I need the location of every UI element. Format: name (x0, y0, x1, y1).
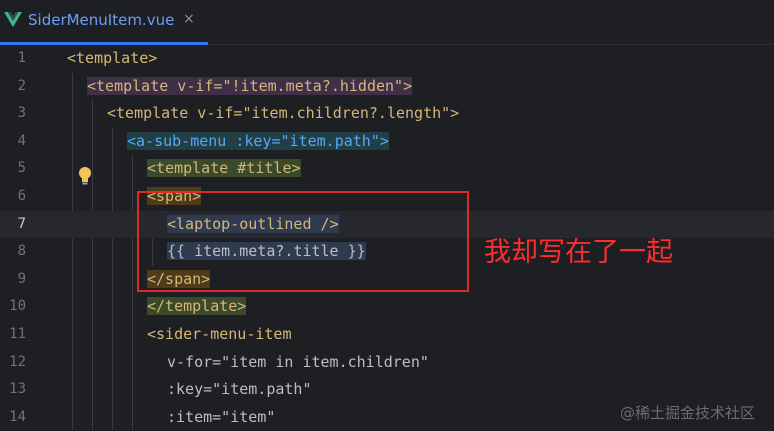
annotation-highlight-box (137, 191, 469, 292)
line-number: 1 (17, 50, 26, 66)
code-line: 11 <sider-menu-item (0, 321, 774, 349)
code-line: 10 </template> (0, 293, 774, 321)
line-number: 7 (17, 215, 26, 232)
code-line: 4 <a-sub-menu :key="item.path"> (0, 128, 774, 156)
code-text: :key="item.path" (167, 380, 312, 399)
line-number: 9 (17, 270, 26, 287)
code-text: <template> (67, 49, 158, 67)
tab-sidermenuitem-vue[interactable]: SiderMenuItem.vue × (0, 0, 208, 45)
code-line: 5 <template #title> (0, 155, 774, 183)
line-number: 10 (9, 298, 26, 315)
line-number: 8 (17, 243, 26, 260)
vue-icon (4, 12, 22, 28)
code-text: v-for="item in item.children" (167, 352, 429, 371)
code-text: <template v-if="item.children?.length"> (107, 104, 460, 123)
annotation-text: 我却写在了一起 (484, 237, 673, 268)
lightbulb-icon[interactable] (77, 166, 93, 186)
close-icon[interactable]: × (183, 11, 195, 27)
line-number: 12 (9, 353, 26, 370)
line-number: 3 (17, 105, 26, 122)
code-line: 2 <template v-if="!item.meta?.hidden"> (0, 73, 774, 101)
code-text: :item="item" (167, 407, 276, 426)
code-text: <template #title> (147, 159, 301, 178)
code-line: 12 v-for="item in item.children" (0, 349, 774, 377)
code-text: </template> (147, 297, 247, 316)
editor-tab-bar: SiderMenuItem.vue × (0, 0, 774, 45)
line-number: 14 (9, 408, 26, 425)
code-line: 1 <template> (0, 45, 774, 73)
line-number: 13 (9, 381, 26, 398)
code-line: 3 <template v-if="item.children?.length"… (0, 100, 774, 128)
watermark: @稀土掘金技术社区 (620, 404, 756, 422)
code-text: <sider-menu-item (147, 325, 292, 343)
line-number: 6 (17, 188, 26, 204)
code-text: <a-sub-menu :key="item.path"> (127, 131, 389, 150)
line-number: 2 (17, 77, 26, 94)
tab-title: SiderMenuItem.vue (28, 11, 175, 29)
line-number: 11 (9, 326, 26, 342)
line-number: 5 (17, 160, 26, 177)
code-text: <template v-if="!item.meta?.hidden"> (87, 76, 413, 95)
code-line: 13 :key="item.path" (0, 376, 774, 404)
line-number: 4 (17, 132, 26, 149)
